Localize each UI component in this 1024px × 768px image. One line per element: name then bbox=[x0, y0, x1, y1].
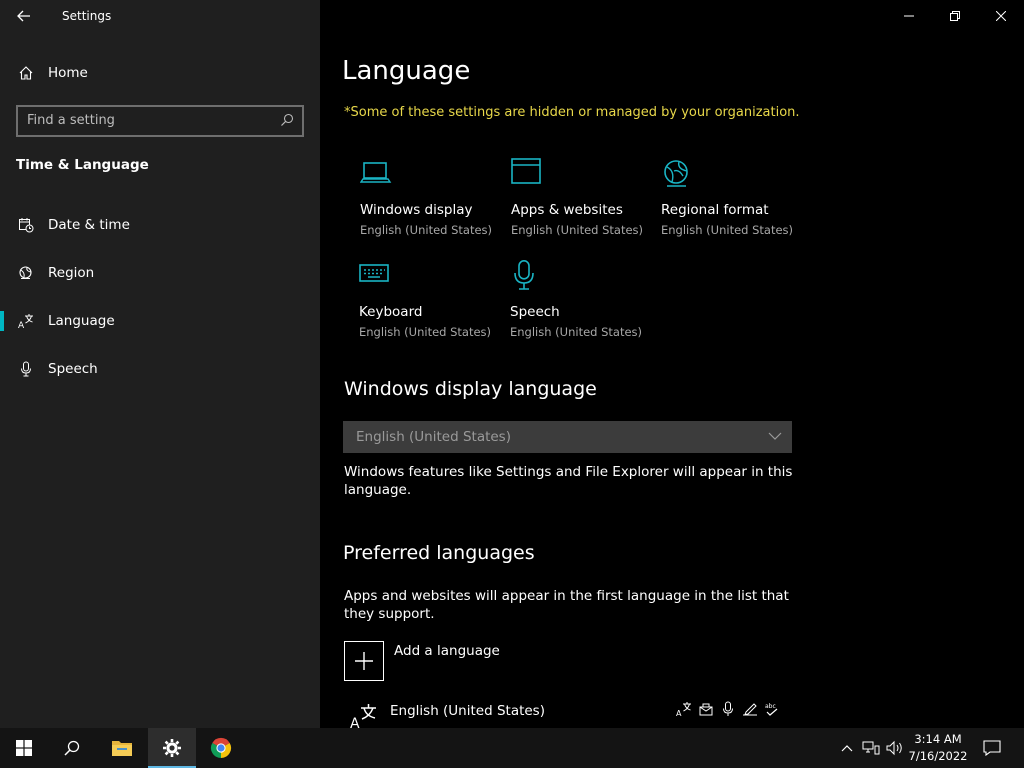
back-button[interactable] bbox=[10, 4, 38, 28]
sidebar-item-label: Region bbox=[48, 265, 95, 281]
handwriting-feature-icon bbox=[741, 700, 759, 718]
tile-speech[interactable]: Speech English (United States) bbox=[510, 260, 650, 350]
minimize-icon bbox=[904, 15, 914, 17]
app-title: Settings bbox=[62, 9, 112, 23]
back-arrow-icon bbox=[17, 10, 30, 22]
taskbar-file-explorer[interactable] bbox=[98, 728, 146, 768]
show-hidden-icons-button[interactable] bbox=[836, 728, 858, 768]
taskbar: 3:14 AM 7/16/2022 bbox=[0, 728, 1024, 768]
chrome-icon bbox=[210, 737, 232, 759]
chevron-down-icon bbox=[768, 431, 782, 441]
add-language-button[interactable] bbox=[344, 641, 384, 681]
page-title: Language bbox=[342, 56, 471, 86]
org-managed-notice: *Some of these settings are hidden or ma… bbox=[344, 105, 800, 120]
tile-title: Windows display bbox=[360, 202, 473, 218]
plus-icon bbox=[355, 652, 373, 670]
tile-apps-websites[interactable]: Apps & websites English (United States) bbox=[511, 158, 651, 248]
globe-icon bbox=[17, 264, 35, 282]
display-language-description: Windows features like Settings and File … bbox=[344, 464, 793, 498]
folder-icon bbox=[112, 741, 132, 756]
network-button[interactable] bbox=[860, 728, 882, 768]
notification-icon bbox=[983, 740, 1001, 756]
speech-feature-icon bbox=[719, 700, 737, 718]
laptop-icon bbox=[360, 158, 392, 190]
sidebar-item-home[interactable]: Home bbox=[0, 53, 320, 93]
tile-keyboard[interactable]: Keyboard English (United States) bbox=[359, 260, 499, 350]
taskbar-chrome[interactable] bbox=[197, 728, 245, 768]
tile-title: Keyboard bbox=[359, 304, 423, 320]
windows-logo-icon bbox=[16, 740, 32, 756]
tile-subtitle: English (United States) bbox=[510, 325, 643, 339]
tile-subtitle: English (United States) bbox=[360, 223, 493, 237]
settings-sidebar: Settings Home Time & Language bbox=[0, 0, 320, 728]
globe-icon bbox=[661, 158, 693, 190]
preferred-languages-description: Apps and websites will appear in the fir… bbox=[344, 588, 789, 622]
svg-text:abc: abc bbox=[765, 703, 776, 710]
clock-time: 3:14 AM bbox=[914, 732, 962, 746]
sidebar-item-label: Home bbox=[48, 65, 88, 81]
language-glyph-icon: A bbox=[350, 703, 378, 728]
search-box[interactable] bbox=[16, 105, 304, 137]
language-icon: A bbox=[17, 312, 35, 330]
network-icon bbox=[862, 741, 880, 755]
restore-button[interactable] bbox=[932, 0, 978, 32]
taskbar-clock[interactable]: 3:14 AM 7/16/2022 bbox=[908, 731, 968, 765]
title-bar: Settings bbox=[0, 0, 320, 32]
volume-button[interactable] bbox=[884, 728, 906, 768]
spellcheck-feature-icon: abc bbox=[763, 700, 781, 718]
microphone-icon bbox=[17, 360, 35, 378]
speaker-icon bbox=[886, 740, 902, 756]
tile-regional-format[interactable]: Regional format English (United States) bbox=[661, 158, 801, 248]
tile-windows-display[interactable]: Windows display English (United States) bbox=[360, 158, 500, 248]
sidebar-item-date-time[interactable]: Date & time bbox=[0, 205, 320, 245]
display-language-feature-icon: A bbox=[675, 700, 693, 718]
microphone-icon bbox=[510, 260, 542, 292]
restore-icon bbox=[950, 11, 960, 21]
display-language-dropdown[interactable]: English (United States) bbox=[343, 421, 792, 453]
tile-subtitle: English (United States) bbox=[359, 325, 492, 339]
chevron-up-icon bbox=[841, 745, 853, 752]
home-icon bbox=[17, 64, 35, 82]
text-to-speech-feature-icon bbox=[697, 700, 715, 718]
svg-text:A: A bbox=[676, 709, 682, 717]
language-feature-icons: A abc bbox=[675, 700, 781, 718]
minimize-button[interactable] bbox=[886, 0, 932, 32]
clock-date: 7/16/2022 bbox=[908, 749, 968, 763]
calendar-clock-icon bbox=[17, 216, 35, 234]
gear-icon bbox=[163, 739, 181, 757]
search-icon bbox=[64, 740, 80, 756]
language-list-item[interactable]: English (United States) bbox=[390, 703, 545, 719]
tile-subtitle: English (United States) bbox=[661, 223, 794, 237]
taskbar-settings[interactable] bbox=[148, 728, 196, 768]
tile-title: Speech bbox=[510, 304, 560, 320]
svg-text:A: A bbox=[350, 716, 360, 728]
add-language-label[interactable]: Add a language bbox=[394, 643, 500, 659]
tile-subtitle: English (United States) bbox=[511, 223, 644, 237]
sidebar-item-label: Language bbox=[48, 313, 115, 329]
search-input[interactable] bbox=[27, 111, 267, 129]
close-icon bbox=[996, 11, 1006, 21]
keyboard-icon bbox=[359, 260, 391, 292]
tile-title: Apps & websites bbox=[511, 202, 623, 218]
preferred-languages-heading: Preferred languages bbox=[343, 542, 535, 564]
start-button[interactable] bbox=[0, 728, 48, 768]
svg-text:A: A bbox=[18, 321, 25, 329]
close-button[interactable] bbox=[978, 0, 1024, 32]
display-language-heading: Windows display language bbox=[344, 378, 597, 400]
sidebar-item-speech[interactable]: Speech bbox=[0, 349, 320, 389]
sidebar-section-title: Time & Language bbox=[16, 157, 149, 173]
sidebar-item-label: Date & time bbox=[48, 217, 130, 233]
window-icon bbox=[511, 158, 543, 190]
action-center-button[interactable] bbox=[980, 728, 1004, 768]
tile-title: Regional format bbox=[661, 202, 769, 218]
sidebar-item-label: Speech bbox=[48, 361, 98, 377]
sidebar-item-region[interactable]: Region bbox=[0, 253, 320, 293]
sidebar-item-language[interactable]: A Language bbox=[0, 301, 320, 341]
selected-indicator bbox=[0, 311, 4, 331]
dropdown-value: English (United States) bbox=[356, 429, 511, 445]
search-icon[interactable] bbox=[280, 113, 294, 127]
taskbar-search-button[interactable] bbox=[48, 728, 96, 768]
